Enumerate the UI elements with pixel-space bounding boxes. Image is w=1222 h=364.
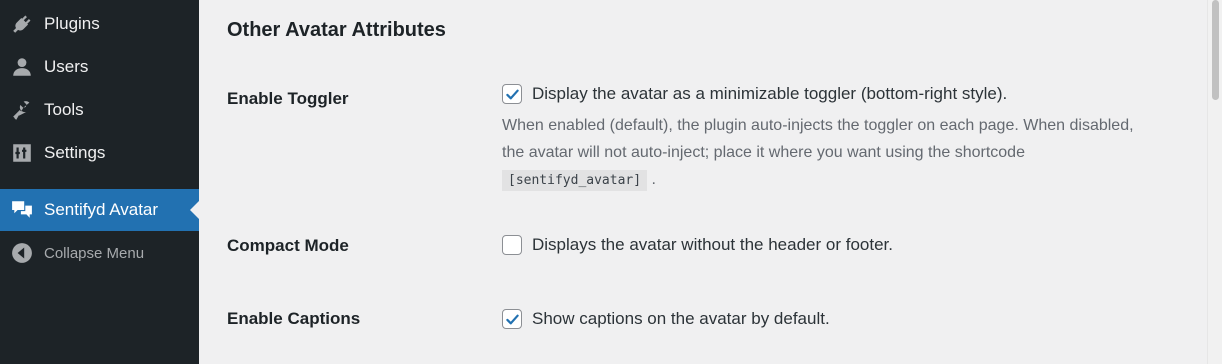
sidebar-item-label: Users <box>44 57 89 76</box>
sidebar-item-label: Plugins <box>44 14 100 33</box>
plugin-icon <box>10 12 34 36</box>
sidebar-item-label: Collapse Menu <box>44 244 145 262</box>
compact-mode-option[interactable]: Displays the avatar without the header o… <box>502 235 1142 255</box>
sidebar-item-label: Sentifyd Avatar <box>44 200 159 219</box>
collapse-menu-button[interactable]: Collapse Menu <box>0 233 199 273</box>
scrollbar-thumb[interactable] <box>1212 0 1219 100</box>
enable-toggler-text: Display the avatar as a minimizable togg… <box>532 84 1008 103</box>
enable-captions-label: Enable Captions <box>227 309 361 328</box>
user-icon <box>10 55 34 79</box>
sidebar-item-label: Settings <box>44 143 106 162</box>
sidebar-item-tools[interactable]: Tools <box>0 90 199 130</box>
settings-panel: Other Avatar Attributes Enable Toggler D… <box>199 0 1207 364</box>
wrench-icon <box>10 98 34 122</box>
active-pointer <box>190 201 199 219</box>
collapse-arrow-icon <box>10 241 34 265</box>
admin-sidebar: Plugins Users Tools Settings Sentifyd Av… <box>0 0 199 364</box>
enable-toggler-label: Enable Toggler <box>227 89 349 108</box>
enable-toggler-field: Display the avatar as a minimizable togg… <box>502 84 1142 194</box>
sidebar-item-users[interactable]: Users <box>0 47 199 87</box>
compact-mode-field: Displays the avatar without the header o… <box>502 235 1142 255</box>
enable-captions-field: Show captions on the avatar by default. <box>502 309 1142 329</box>
speech-bubbles-icon <box>10 198 34 222</box>
compact-mode-text: Displays the avatar without the header o… <box>532 235 893 254</box>
sidebar-item-sentifyd-avatar[interactable]: Sentifyd Avatar <box>0 189 199 231</box>
enable-toggler-description: When enabled (default), the plugin auto-… <box>502 112 1142 194</box>
compact-mode-checkbox[interactable] <box>502 235 522 255</box>
sidebar-item-label: Tools <box>44 100 84 119</box>
description-end: . <box>651 171 656 188</box>
section-title: Other Avatar Attributes <box>227 19 446 41</box>
enable-captions-checkbox[interactable] <box>502 309 522 329</box>
page-scrollbar[interactable] <box>1207 0 1222 364</box>
checkmark-icon <box>506 89 519 100</box>
checkmark-icon <box>506 314 519 325</box>
shortcode: [sentifyd_avatar] <box>502 170 648 191</box>
enable-toggler-checkbox[interactable] <box>502 84 522 104</box>
enable-captions-text: Show captions on the avatar by default. <box>532 309 830 328</box>
sliders-icon <box>10 141 34 165</box>
sidebar-item-plugins[interactable]: Plugins <box>0 4 199 44</box>
enable-captions-option[interactable]: Show captions on the avatar by default. <box>502 309 1142 329</box>
compact-mode-label: Compact Mode <box>227 236 349 255</box>
enable-toggler-option[interactable]: Display the avatar as a minimizable togg… <box>502 84 1142 104</box>
sidebar-item-settings[interactable]: Settings <box>0 133 199 173</box>
description-text: When enabled (default), the plugin auto-… <box>502 117 1134 161</box>
